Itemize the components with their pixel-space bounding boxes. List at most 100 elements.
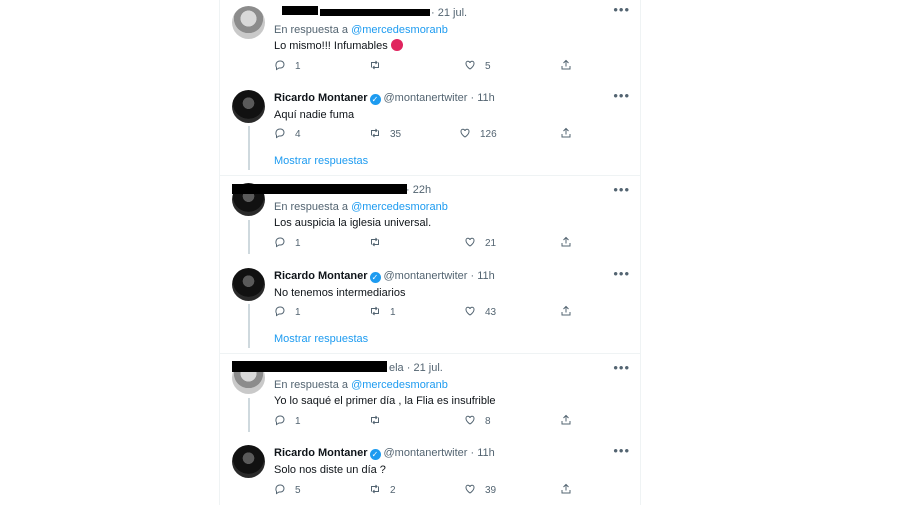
- reply-icon: [274, 59, 286, 71]
- tweet-time[interactable]: 22h: [413, 184, 431, 196]
- reply-count: 5: [295, 485, 301, 496]
- retweet-icon: [369, 305, 381, 317]
- like-icon: [459, 127, 471, 139]
- avatar[interactable]: [232, 90, 265, 123]
- tweet-header: Ricardo Montaner ✓ @montanertwiter · 11h: [274, 92, 495, 105]
- tweet-time[interactable]: 11h: [477, 447, 495, 459]
- retweet-icon: [369, 236, 381, 248]
- reply-button[interactable]: 1: [274, 236, 301, 252]
- retweet-button[interactable]: [369, 236, 390, 252]
- retweet-count: 35: [390, 129, 402, 140]
- angry-face-icon: [390, 39, 403, 51]
- share-icon: [560, 127, 572, 139]
- more-options-icon[interactable]: •••: [613, 88, 630, 103]
- share-icon: [560, 305, 572, 317]
- tweet-actions: 5 2 39: [274, 483, 574, 499]
- like-icon: [464, 414, 476, 426]
- tweet-time[interactable]: 21 jul.: [413, 362, 442, 374]
- retweet-count: 2: [390, 485, 396, 496]
- reply-handle-link[interactable]: @mercedesmoranb: [351, 201, 448, 213]
- reply-icon: [274, 127, 286, 139]
- more-options-icon[interactable]: •••: [613, 182, 630, 197]
- retweet-count: 1: [390, 307, 396, 318]
- reply-handle-link[interactable]: @mercedesmoranb: [351, 24, 448, 36]
- share-button[interactable]: [560, 59, 581, 75]
- share-button[interactable]: [560, 305, 581, 321]
- retweet-button[interactable]: 1: [369, 305, 396, 321]
- more-options-icon[interactable]: •••: [613, 443, 630, 458]
- tweet[interactable]: · 22h En respuesta a @mercedesmoranb Los…: [220, 176, 640, 258]
- tweet[interactable]: Ricardo Montaner ✓ @montanertwiter · 11h N…: [220, 264, 640, 354]
- reply-button[interactable]: 1: [274, 305, 301, 321]
- tweet-text: Yo lo saqué el primer día , la Flia es i…: [274, 395, 496, 407]
- tweet-actions: 1 8: [274, 414, 574, 430]
- tweet-header: · 22h: [232, 181, 630, 199]
- display-name[interactable]: Ricardo Montaner: [274, 447, 368, 459]
- display-name[interactable]: Ricardo Montaner: [274, 92, 368, 104]
- like-count: 8: [485, 416, 491, 427]
- reply-button[interactable]: 1: [274, 414, 301, 430]
- display-name[interactable]: Ricardo Montaner: [274, 270, 368, 282]
- tweet-text: Lo mismo!!! Infumables: [274, 38, 630, 54]
- retweet-button[interactable]: [369, 414, 390, 430]
- tweet-time[interactable]: 11h: [477, 92, 495, 104]
- tweet-header: ela · 21 jul.: [232, 359, 630, 377]
- avatar[interactable]: [232, 268, 265, 301]
- like-button[interactable]: 39: [464, 483, 496, 499]
- show-replies-link[interactable]: Mostrar respuestas: [274, 333, 368, 345]
- like-count: 43: [485, 307, 497, 318]
- like-count: 21: [485, 238, 497, 249]
- share-button[interactable]: [560, 127, 581, 143]
- more-options-icon[interactable]: •••: [613, 266, 630, 281]
- tweet-time[interactable]: 21 jul.: [438, 7, 467, 19]
- reply-handle-link[interactable]: @mercedesmoranb: [351, 379, 448, 391]
- thread-line: [248, 126, 250, 170]
- avatar[interactable]: [232, 6, 265, 39]
- redacted-name: [282, 6, 318, 15]
- retweet-button[interactable]: 2: [369, 483, 396, 499]
- like-button[interactable]: 43: [464, 305, 496, 321]
- retweet-icon: [369, 414, 381, 426]
- tweet[interactable]: Ricardo Montaner ✓ @montanertwiter · 11h A…: [220, 86, 640, 176]
- share-button[interactable]: [560, 236, 581, 252]
- like-icon: [464, 236, 476, 248]
- tweet-actions: 1 21: [274, 236, 574, 252]
- tweet-text: Los auspicia la iglesia universal.: [274, 217, 432, 229]
- tweet[interactable]: · 21 jul. En respuesta a @mercedesmoranb…: [220, 0, 640, 78]
- reply-context: En respuesta a @mercedesmoranb: [274, 24, 448, 36]
- tweet-time[interactable]: 11h: [477, 270, 495, 282]
- reply-count: 1: [295, 238, 301, 249]
- reply-count: 1: [295, 416, 301, 427]
- handle[interactable]: @montanertwiter: [384, 447, 468, 459]
- more-options-icon[interactable]: •••: [613, 360, 630, 375]
- share-icon: [560, 59, 572, 71]
- tweet[interactable]: Ricardo Montaner ✓ @montanertwiter · 11h S…: [220, 442, 640, 505]
- like-button[interactable]: 21: [464, 236, 496, 252]
- handle[interactable]: @montanertwiter: [384, 92, 468, 104]
- tweet-actions: 4 35 126: [274, 127, 574, 143]
- share-button[interactable]: [560, 414, 581, 430]
- avatar[interactable]: [232, 445, 265, 478]
- reply-button[interactable]: 1: [274, 59, 301, 75]
- show-replies-link[interactable]: Mostrar respuestas: [274, 155, 368, 167]
- retweet-button[interactable]: [369, 59, 390, 75]
- tweet[interactable]: ela · 21 jul. En respuesta a @mercedesmo…: [220, 354, 640, 434]
- share-button[interactable]: [560, 483, 581, 499]
- reply-context: En respuesta a @mercedesmoranb: [274, 201, 448, 213]
- retweet-button[interactable]: 35: [369, 127, 401, 143]
- like-button[interactable]: 8: [464, 414, 491, 430]
- verified-badge-icon: ✓: [369, 272, 381, 283]
- reply-button[interactable]: 4: [274, 127, 301, 143]
- handle[interactable]: @montanertwiter: [384, 270, 468, 282]
- reply-icon: [274, 483, 286, 495]
- like-button[interactable]: 126: [459, 127, 497, 143]
- share-icon: [560, 483, 572, 495]
- reply-count: 1: [295, 61, 301, 72]
- tweet-header: · 21 jul.: [274, 4, 630, 22]
- like-count: 39: [485, 485, 497, 496]
- redacted-username: [232, 184, 407, 194]
- more-options-icon[interactable]: •••: [613, 2, 630, 17]
- like-button[interactable]: 5: [464, 59, 491, 75]
- reply-button[interactable]: 5: [274, 483, 301, 499]
- redacted-username: [232, 361, 387, 372]
